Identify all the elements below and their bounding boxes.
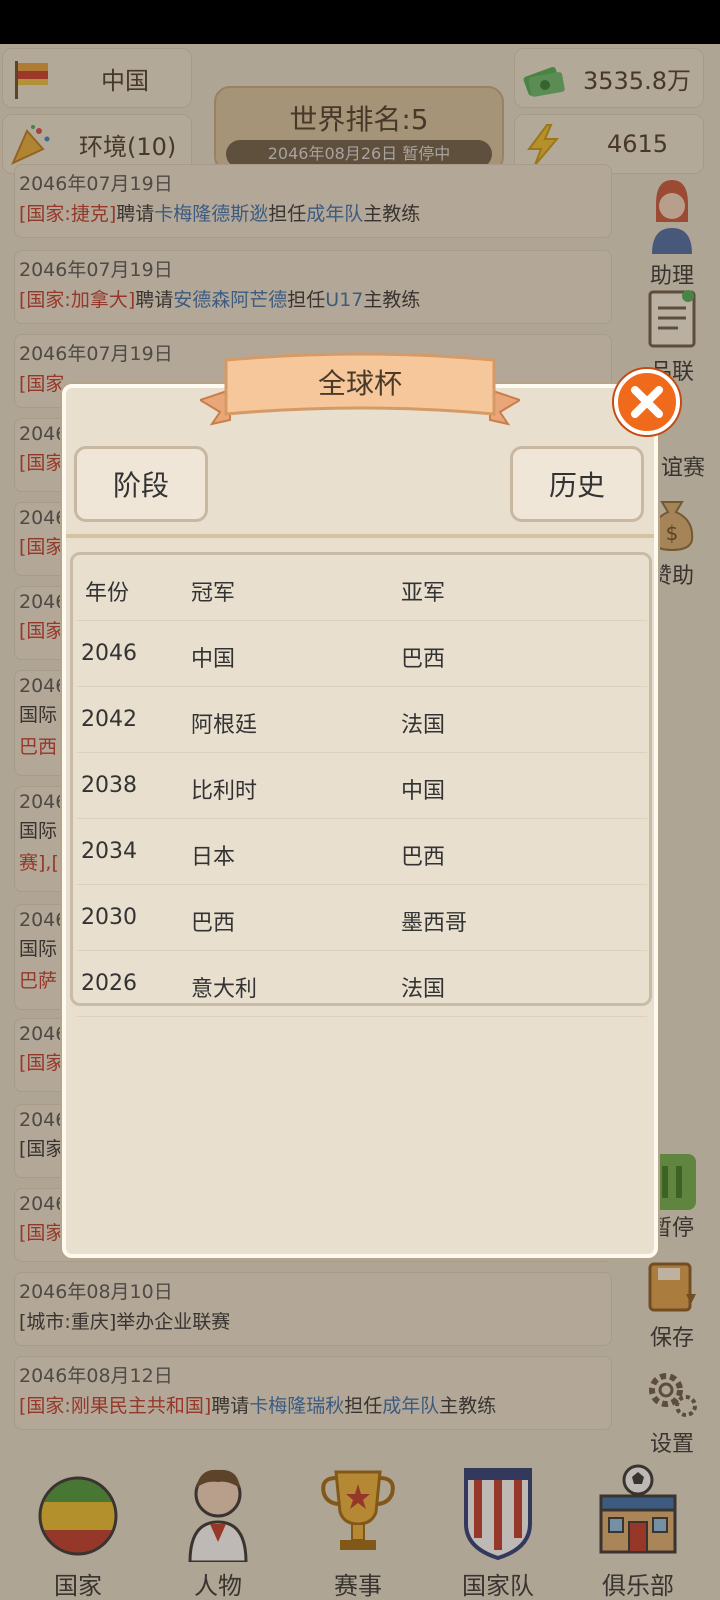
champion-cell: 巴西 [191,911,236,936]
history-button[interactable]: 历史 [510,446,644,522]
runner-up-cell: 法国 [401,977,446,1002]
champion-cell: 比利时 [191,779,258,804]
year-cell: 2042 [81,707,137,732]
champion-cell: 意大利 [191,977,258,1002]
column-header-champion: 冠军 [191,581,236,606]
history-table: 年份 冠军 亚军 2046 中国 巴西 2042 阿根廷 法国 2038 比利时 中国 2034 日… [70,552,652,1017]
table-row: 2042 阿根廷 法国 [77,687,647,753]
runner-up-cell: 巴西 [401,845,446,870]
champion-cell: 阿根廷 [191,713,258,738]
year-cell: 2026 [81,971,137,996]
year-cell: 2046 [81,641,137,666]
column-header-year: 年份 [85,581,130,606]
dialog-title: 全球杯 [317,367,402,400]
status-bar [0,0,720,44]
close-button[interactable] [614,369,680,435]
table-row: 2034 日本 巴西 [77,819,647,885]
runner-up-cell: 巴西 [401,647,446,672]
runner-up-cell: 墨西哥 [401,911,468,936]
game-screen: 中国 环境(10) 3535.8万 4615 世界排名:5 2046年08月26… [0,44,720,1600]
column-header-runner-up: 亚军 [401,581,446,606]
table-header: 年份 冠军 亚军 [77,555,647,621]
runner-up-cell: 法国 [401,713,446,738]
table-row: 2046 中国 巴西 [77,621,647,687]
close-icon [631,386,663,418]
table-row: 2030 巴西 墨西哥 [77,885,647,951]
table-row: 2026 意大利 法国 [77,951,647,1017]
divider [66,534,654,538]
year-cell: 2030 [81,905,137,930]
runner-up-cell: 中国 [401,779,446,804]
champion-cell: 中国 [191,647,236,672]
stage-button[interactable]: 阶段 [74,446,208,522]
year-cell: 2038 [81,773,137,798]
year-cell: 2034 [81,839,137,864]
table-row: 2038 比利时 中国 [77,753,647,819]
champion-cell: 日本 [191,845,236,870]
